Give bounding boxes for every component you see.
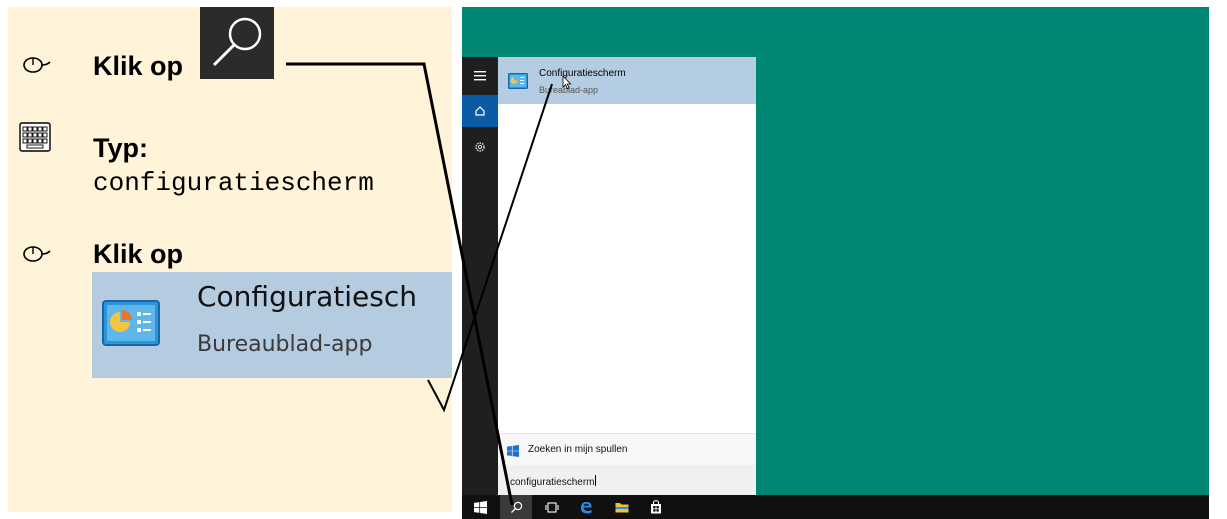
zoom-result-subtitle: Bureaublad-app: [197, 332, 373, 357]
search-icon[interactable]: [500, 495, 532, 519]
task-view-icon[interactable]: [536, 495, 568, 519]
search-icon: [212, 17, 262, 67]
mouse-icon: [22, 244, 52, 269]
search-button-thumbnail: [200, 7, 274, 79]
zoom-result-title: Configuratiesch: [197, 280, 417, 313]
control-panel-icon: [102, 300, 160, 351]
taskbar: [462, 495, 1209, 519]
start-menu-rail: [462, 57, 498, 495]
search-my-stuff-label: Zoeken in mijn spullen: [528, 444, 628, 455]
file-explorer-icon[interactable]: [606, 495, 638, 519]
keyboard-icon: [19, 122, 51, 157]
control-panel-icon: [508, 73, 528, 94]
search-results-panel: Configuratiescherm Bureablad-app Zoeken …: [498, 57, 756, 495]
windows-logo-icon: [507, 444, 519, 462]
store-icon[interactable]: [640, 495, 672, 519]
result-zoom-image: Configuratiesch Bureaublad-app: [92, 272, 452, 378]
search-box-text: configuratiescherm: [510, 475, 597, 488]
windows-start-icon[interactable]: [464, 495, 496, 519]
step2-label: Typ:: [93, 133, 148, 163]
search-my-stuff-row[interactable]: Zoeken in mijn spullen: [498, 433, 756, 465]
step1-label: Klik op: [93, 51, 184, 81]
typed-text: configuratiescherm: [93, 168, 374, 198]
home-icon[interactable]: [462, 95, 498, 127]
edge-icon[interactable]: [570, 495, 602, 519]
gear-icon[interactable]: [462, 131, 498, 163]
step3-label: Klik op: [93, 239, 184, 269]
search-box[interactable]: configuratiescherm: [498, 465, 756, 495]
hamburger-menu-icon[interactable]: [462, 60, 498, 92]
best-match-result[interactable]: Configuratiescherm Bureablad-app: [498, 57, 756, 104]
mouse-cursor-icon: [562, 74, 572, 95]
instruction-panel: [8, 7, 452, 512]
result-title: Configuratiescherm: [539, 68, 626, 79]
mouse-icon: [22, 55, 52, 80]
